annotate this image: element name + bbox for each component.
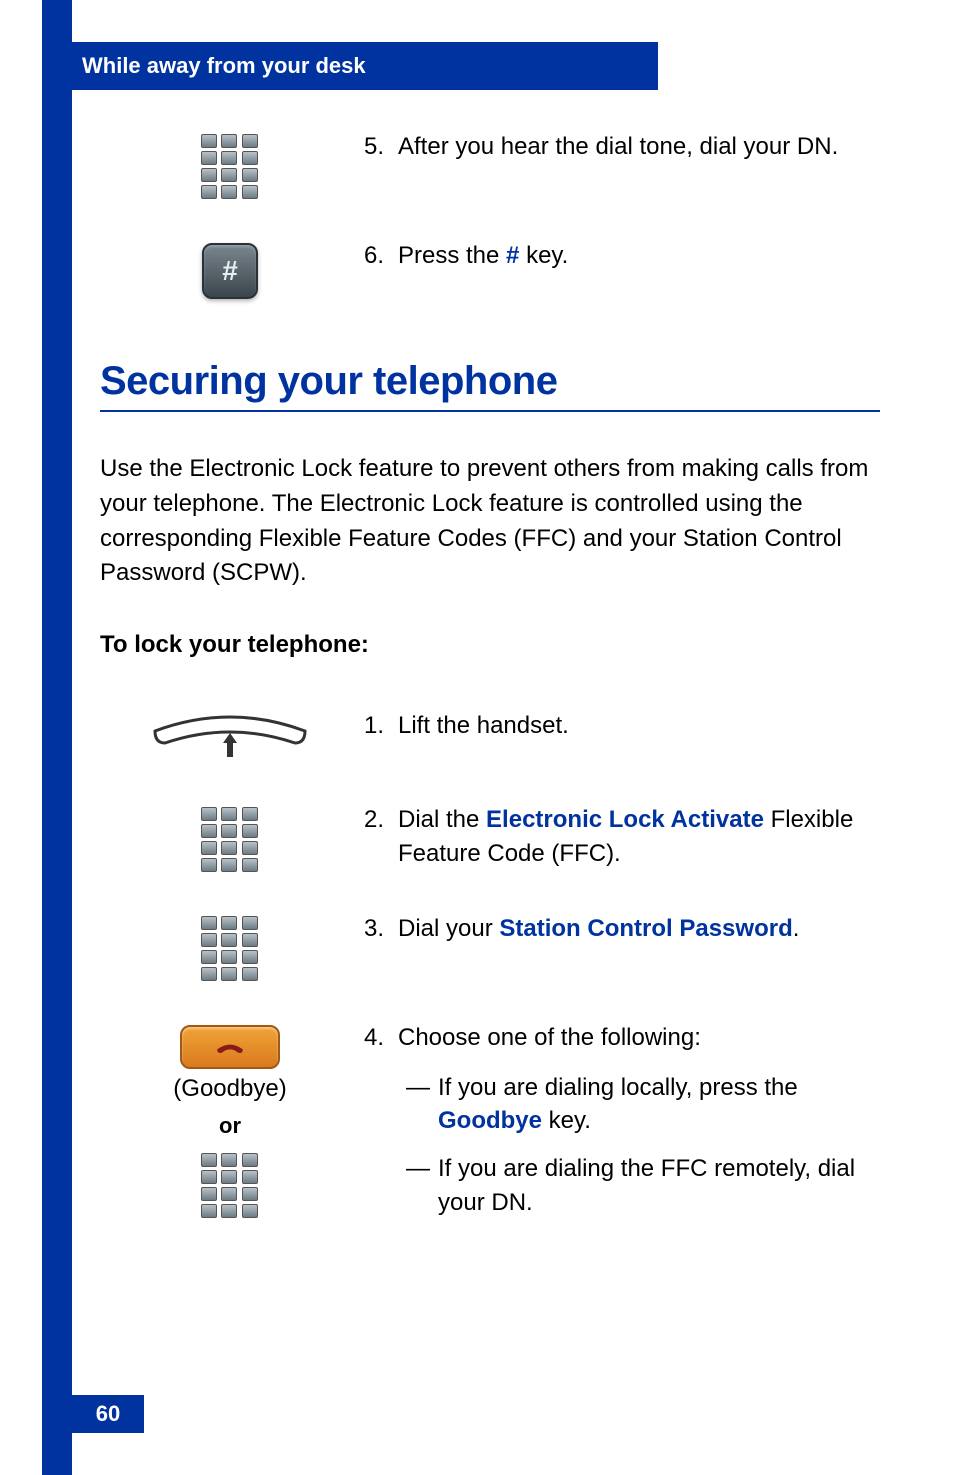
lock-step-1-body: Lift the handset. [398,709,880,743]
lock-step-2-number: 2. [360,803,398,870]
section-subhead: To lock your telephone: [100,631,880,659]
section-header: While away from your desk [42,42,658,90]
step-6-row: # 6. Press the # key. [100,239,880,299]
lock-step-2-row: 2. Dial the Electronic Lock Activate Fle… [100,803,880,872]
lock-step-2-text: 2. Dial the Electronic Lock Activate Fle… [360,803,880,870]
subb-body: If you are dialing the FFC remotely, dia… [438,1152,880,1219]
step-6-prefix: Press the [398,242,506,269]
keypad-icon [201,1153,259,1218]
step-6-text: 6. Press the # key. [360,239,880,273]
lock-step-1-row: 1. Lift the handset. [100,709,880,763]
lock-step-3-text: 3. Dial your Station Control Password. [360,912,880,946]
page-number-text: 60 [96,1401,120,1427]
section-header-text: While away from your desk [82,53,366,79]
lock-step-4-sublist: — If you are dialing locally, press the … [398,1071,880,1219]
lock-step-3-number: 3. [360,912,398,946]
step-6-icon-col: # [100,239,360,299]
step-5-row: 5. After you hear the dial tone, dial yo… [100,130,880,199]
lock-step-1-number: 1. [360,709,398,743]
lock-step-4-number: 4. [360,1021,398,1233]
lock-step-4-row: (Goodbye) or 4. Choose one of the follow… [100,1021,880,1233]
lock-step-4-text: 4. Choose one of the following: — If you… [360,1021,880,1233]
lock-step-2-icon-col [100,803,360,872]
suba-prefix: If you are dialing locally, press the [438,1074,798,1101]
step-6-number: 6. [360,239,398,273]
suba-suffix: key. [542,1107,591,1134]
dash-icon: — [398,1152,438,1219]
dash-icon: — [398,1071,438,1138]
keypad-icon [201,807,259,872]
lock-step-3-em: Station Control Password [499,915,792,942]
goodbye-caption: (Goodbye) [173,1075,286,1103]
lock-step-4-icon-col: (Goodbye) or [100,1021,360,1218]
step-6-suffix: key. [519,242,568,269]
left-accent-bar [42,0,72,1475]
lock-step-4-body: Choose one of the following: — If you ar… [398,1021,880,1233]
hash-key-glyph: # [222,255,238,287]
lock-step-1-text: 1. Lift the handset. [360,709,880,743]
step-5-body: After you hear the dial tone, dial your … [398,130,880,164]
step-5-icon-col [100,130,360,199]
lock-step-4-suba: — If you are dialing locally, press the … [398,1071,880,1138]
step-6-key: # [506,242,519,269]
hash-key-icon: # [202,243,258,299]
step-5-text: 5. After you hear the dial tone, dial yo… [360,130,880,164]
lock-step-4-subb: — If you are dialing the FFC remotely, d… [398,1152,880,1219]
lock-step-3-prefix: Dial your [398,915,499,942]
lock-step-3-icon-col [100,912,360,981]
suba-em: Goodbye [438,1107,542,1134]
lock-step-2-em: Electronic Lock Activate [486,806,764,833]
lock-step-1-icon-col [100,709,360,763]
section-intro: Use the Electronic Lock feature to preve… [100,452,880,591]
lock-step-2-body: Dial the Electronic Lock Activate Flexib… [398,803,880,870]
lock-step-2-prefix: Dial the [398,806,486,833]
step-5-number: 5. [360,130,398,164]
lock-step-4-lead: Choose one of the following: [398,1021,880,1055]
keypad-icon [201,916,259,981]
goodbye-button-icon [180,1025,280,1069]
page-content: 5. After you hear the dial tone, dial yo… [100,130,880,1233]
step-6-body: Press the # key. [398,239,880,273]
page-number: 60 [72,1395,144,1433]
lock-step-3-row: 3. Dial your Station Control Password. [100,912,880,981]
lock-step-4-suba-body: If you are dialing locally, press the Go… [438,1071,880,1138]
lock-step-3-body: Dial your Station Control Password. [398,912,880,946]
handset-icon [145,713,315,763]
section-title: Securing your telephone [100,359,880,412]
lock-step-3-suffix: . [793,915,800,942]
or-label: or [219,1113,241,1139]
keypad-icon [201,134,259,199]
